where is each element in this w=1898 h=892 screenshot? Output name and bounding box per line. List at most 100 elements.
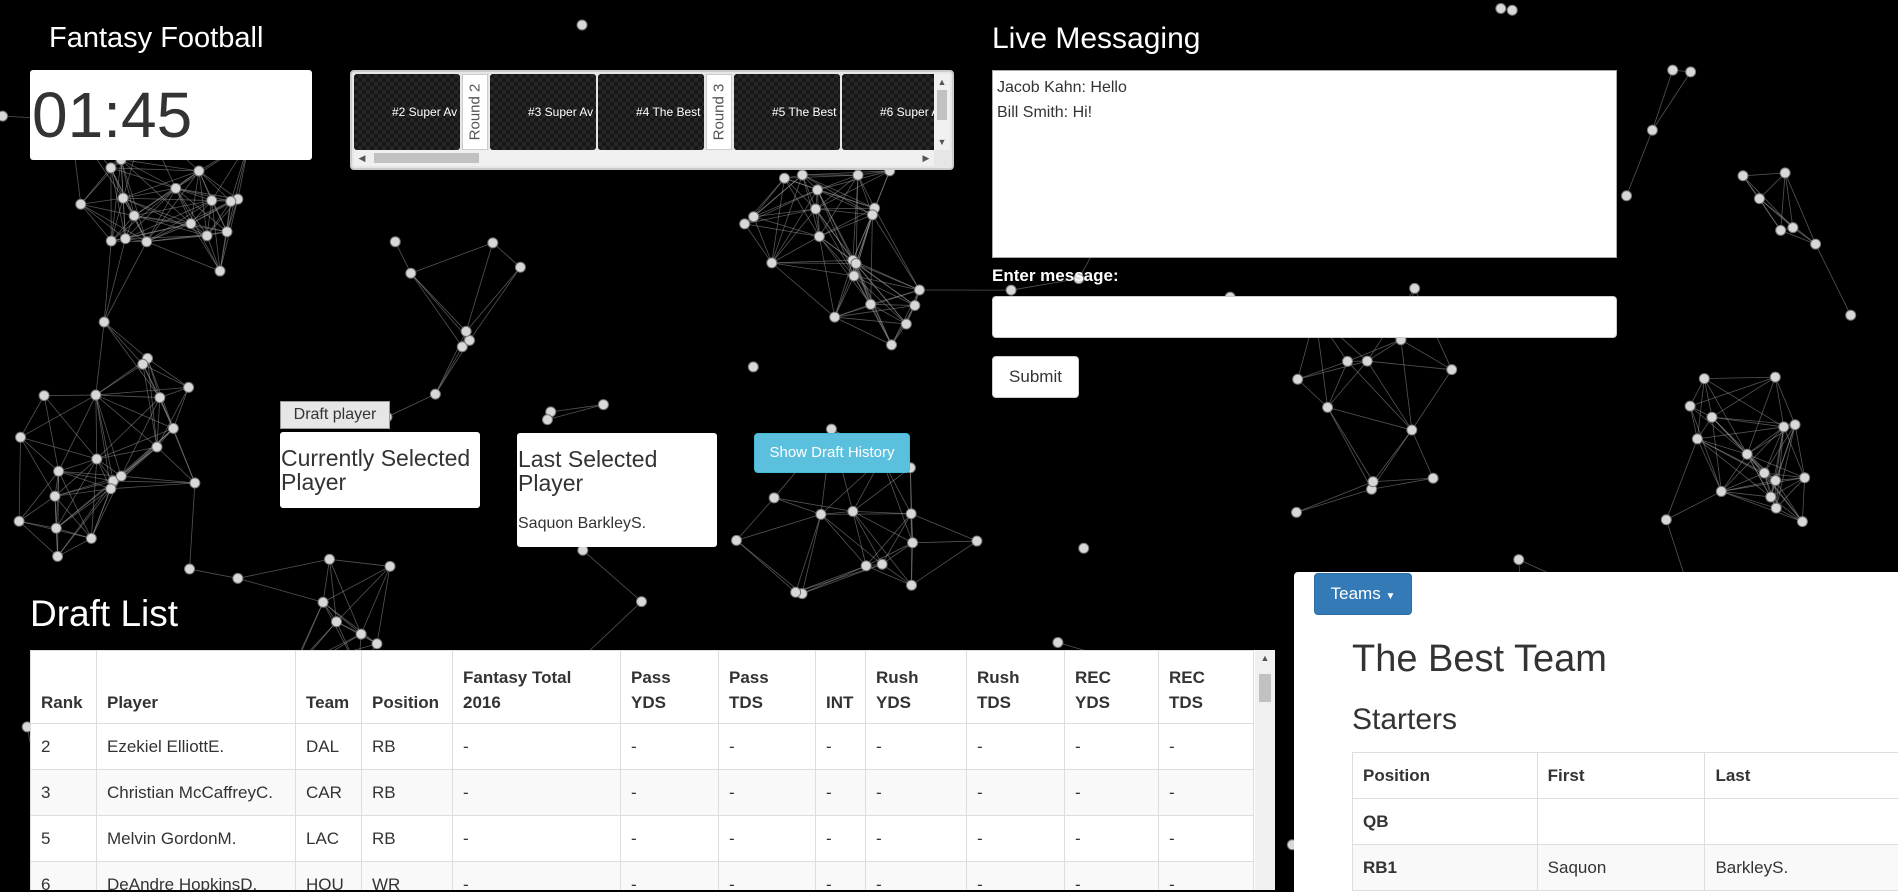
- teams-dropdown-button[interactable]: Teams ▼: [1314, 573, 1412, 615]
- table-cell: LAC: [296, 816, 362, 862]
- table-cell: -: [816, 724, 866, 770]
- network-node: [867, 210, 877, 220]
- network-node: [215, 266, 225, 276]
- table-row[interactable]: 2Ezekiel ElliottE.DALRB--------: [31, 724, 1254, 770]
- show-draft-history-button[interactable]: Show Draft History: [754, 433, 910, 473]
- column-header[interactable]: REC TDS: [1159, 651, 1254, 724]
- column-header[interactable]: Position: [362, 651, 453, 724]
- network-node: [907, 580, 917, 590]
- network-node: [1362, 356, 1372, 366]
- network-node: [816, 509, 826, 519]
- draft-pick-card[interactable]: #4 The Best: [598, 74, 704, 150]
- scroll-down-icon[interactable]: ▼: [934, 134, 950, 150]
- scroll-right-icon[interactable]: ▶: [918, 150, 934, 166]
- app-title: Fantasy Football: [49, 22, 263, 55]
- network-node: [14, 516, 24, 526]
- table-cell: -: [1159, 816, 1254, 862]
- chat-log[interactable]: Jacob Kahn: Hello Bill Smith: Hi!: [992, 70, 1617, 258]
- network-link: [19, 496, 55, 521]
- scrollbar-thumb[interactable]: [374, 153, 479, 163]
- column-header[interactable]: Rank: [31, 651, 97, 724]
- network-link: [44, 395, 96, 396]
- table-cell: -: [866, 862, 967, 891]
- column-header[interactable]: INT: [816, 651, 866, 724]
- submit-button[interactable]: Submit: [992, 356, 1079, 398]
- table-cell: HOU: [296, 862, 362, 891]
- network-node: [86, 533, 96, 543]
- network-link: [1401, 340, 1412, 430]
- network-node: [749, 212, 759, 222]
- column-header[interactable]: Pass YDS: [621, 651, 719, 724]
- network-link: [97, 428, 174, 459]
- column-header[interactable]: Pass TDS: [719, 651, 816, 724]
- draft-player-button[interactable]: Draft player: [280, 401, 390, 429]
- network-link: [411, 273, 466, 331]
- network-node: [1514, 555, 1524, 565]
- network-node: [1699, 374, 1709, 384]
- network-node: [1776, 225, 1786, 235]
- table-cell: CAR: [296, 770, 362, 816]
- network-node: [1800, 473, 1810, 483]
- network-link: [21, 437, 97, 459]
- scrollbar-thumb[interactable]: [1259, 674, 1271, 702]
- draft-pick-card[interactable]: #2 Super Av: [354, 74, 460, 150]
- network-link: [772, 236, 820, 262]
- column-header[interactable]: Rush TDS: [967, 651, 1065, 724]
- message-input[interactable]: [992, 296, 1617, 338]
- draft-list-table-container: Rank Player Team Position Fantasy Total …: [30, 650, 1275, 890]
- column-header[interactable]: REC YDS: [1065, 651, 1159, 724]
- network-link: [1298, 379, 1328, 407]
- network-link: [1697, 427, 1783, 439]
- network-node: [811, 204, 821, 214]
- draft-pick-card[interactable]: #6 Super A: [842, 74, 934, 150]
- network-link: [819, 236, 834, 317]
- table-cell: RB1: [1353, 845, 1538, 891]
- table-cell: Melvin GordonM.: [97, 816, 296, 862]
- network-link: [1328, 361, 1368, 407]
- table-cell: 5: [31, 816, 97, 862]
- network-node: [318, 597, 328, 607]
- table-cell: -: [816, 862, 866, 891]
- network-node: [1407, 425, 1417, 435]
- draft-pick-card[interactable]: #5 The Best: [734, 74, 840, 150]
- network-link: [96, 322, 104, 395]
- table-cell: -: [1065, 862, 1159, 891]
- network-link: [1296, 482, 1373, 513]
- table-cell: -: [453, 816, 621, 862]
- network-link: [59, 395, 96, 471]
- network-node: [1661, 515, 1671, 525]
- scrollbar-thumb[interactable]: [937, 90, 947, 120]
- column-header[interactable]: Fantasy Total 2016: [453, 651, 621, 724]
- network-node: [1006, 285, 1016, 295]
- network-node: [830, 312, 840, 322]
- network-link: [1795, 425, 1805, 478]
- network-link: [796, 514, 821, 592]
- network-node: [168, 423, 178, 433]
- network-node: [207, 196, 217, 206]
- table-row[interactable]: 5Melvin GordonM.LACRB--------: [31, 816, 1254, 862]
- column-header[interactable]: Player: [97, 651, 296, 724]
- network-node: [814, 231, 824, 241]
- network-link: [466, 243, 493, 332]
- scroll-up-icon[interactable]: ▲: [1257, 650, 1273, 666]
- network-node: [430, 389, 440, 399]
- table-row[interactable]: 3Christian McCaffreyC.CARRB--------: [31, 770, 1254, 816]
- table-cell: -: [453, 770, 621, 816]
- carousel-vertical-scrollbar[interactable]: ▲ ▼: [934, 74, 950, 150]
- table-row[interactable]: 6DeAndre HopkinsD.HOUWR--------: [31, 862, 1254, 891]
- scroll-left-icon[interactable]: ◀: [354, 150, 370, 166]
- draft-pick-card[interactable]: #3 Super Av: [490, 74, 596, 150]
- column-header[interactable]: Rush YDS: [866, 651, 967, 724]
- network-node: [779, 173, 789, 183]
- scroll-up-icon[interactable]: ▲: [934, 74, 950, 90]
- carousel-horizontal-scrollbar[interactable]: ◀ ▶: [354, 150, 934, 166]
- network-node: [1410, 283, 1420, 293]
- column-header[interactable]: Team: [296, 651, 362, 724]
- draft-list-scrollbar[interactable]: ▲: [1255, 650, 1275, 890]
- network-link: [143, 364, 157, 447]
- table-cell: -: [1159, 724, 1254, 770]
- network-link: [736, 540, 795, 592]
- network-node: [171, 183, 181, 193]
- network-node: [185, 564, 195, 574]
- network-node: [16, 432, 26, 442]
